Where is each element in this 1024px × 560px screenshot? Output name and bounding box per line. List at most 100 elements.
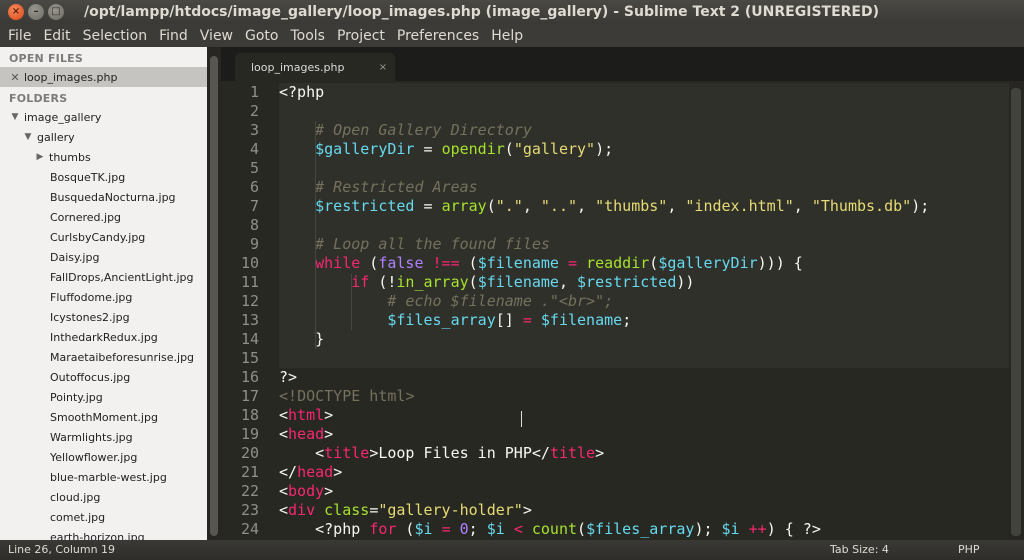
code-token: $i	[486, 520, 505, 538]
file-item[interactable]: Cornered.jpg	[0, 207, 207, 227]
line-number: 10	[240, 254, 259, 272]
menu-help[interactable]: Help	[485, 28, 529, 44]
file-item[interactable]: Daisy.jpg	[0, 247, 207, 267]
collapsed-triangle-icon[interactable]: ▶	[34, 152, 46, 162]
indent-guide	[315, 121, 316, 349]
menu-find[interactable]: Find	[153, 28, 194, 44]
menu-selection[interactable]: Selection	[77, 28, 154, 44]
code-text: $galleryDir = opendir("gallery");	[279, 140, 613, 159]
file-item[interactable]: blue-marble-west.jpg	[0, 467, 207, 487]
code-token: in_array	[396, 273, 469, 291]
code-text: <!DOCTYPE html>	[279, 387, 414, 406]
menu-preferences[interactable]: Preferences	[391, 28, 485, 44]
tab-loop-images[interactable]: loop_images.php ×	[235, 53, 395, 81]
file-item[interactable]: Warmlights.jpg	[0, 427, 207, 447]
menu-edit[interactable]: Edit	[37, 28, 76, 44]
code-token: while	[315, 254, 361, 272]
code-token: $i	[721, 520, 740, 538]
file-item[interactable]: earth-horizon.jpg	[0, 527, 207, 541]
code-text: }	[279, 330, 324, 349]
window-close-button[interactable]: ×	[8, 4, 24, 20]
code-token: # Loop all the found files	[315, 235, 550, 253]
code-token: class	[324, 501, 370, 519]
menu-tools[interactable]: Tools	[284, 28, 331, 44]
menu-goto[interactable]: Goto	[239, 28, 284, 44]
code-token: "thumbs"	[595, 197, 668, 215]
folder-label: image_gallery	[24, 110, 102, 124]
cursor-position: Line 26, Column 19	[8, 543, 116, 556]
open-file-item[interactable]: ✕ loop_images.php	[0, 67, 207, 87]
folder-thumbs[interactable]: ▶ thumbs	[0, 147, 207, 167]
file-item[interactable]: Fluffodome.jpg	[0, 287, 207, 307]
sidebar-scrollbar-thumb[interactable]	[210, 56, 218, 536]
code-token: # Open Gallery Directory	[315, 121, 532, 139]
file-label: Warmlights.jpg	[50, 430, 133, 444]
code-token: title	[324, 444, 370, 462]
close-file-icon[interactable]: ✕	[6, 71, 24, 84]
code-line: 14 }	[221, 330, 1009, 349]
file-item[interactable]: BosqueTK.jpg	[0, 167, 207, 187]
file-item[interactable]: Yellowflower.jpg	[0, 447, 207, 467]
folder-image-gallery[interactable]: ▼ image_gallery	[0, 107, 207, 127]
code-token: )))	[757, 254, 785, 272]
code-token: false	[378, 254, 424, 272]
file-item[interactable]: Maraetaibeforesunrise.jpg	[0, 347, 207, 367]
expanded-triangle-icon[interactable]: ▼	[22, 132, 34, 142]
editor-scrollbar-thumb[interactable]	[1011, 88, 1021, 536]
expanded-triangle-icon[interactable]: ▼	[9, 112, 21, 122]
file-item[interactable]: SmoothMoment.jpg	[0, 407, 207, 427]
syntax-selector[interactable]: PHP	[958, 543, 980, 556]
code-token: <	[279, 501, 289, 519]
code-token: }	[279, 330, 325, 348]
menu-project[interactable]: Project	[331, 28, 391, 44]
file-item[interactable]: Icystones2.jpg	[0, 307, 207, 327]
file-label: blue-marble-west.jpg	[50, 470, 167, 484]
window-maximize-button[interactable]: □	[48, 4, 64, 20]
code-token: =	[369, 501, 379, 519]
menu-view[interactable]: View	[194, 28, 239, 44]
file-item[interactable]: cloud.jpg	[0, 487, 207, 507]
line-number: 24	[240, 520, 259, 538]
file-item[interactable]: FallDrops,AncientLight.jpg	[0, 267, 207, 287]
code-token: );	[694, 520, 722, 538]
tab-bar: loop_images.php ×	[221, 47, 1024, 81]
code-line: 18 <html>	[221, 406, 1009, 425]
code-token: >Loop Files in PHP</	[369, 444, 550, 462]
file-label: Icystones2.jpg	[50, 310, 130, 324]
file-item[interactable]: Pointy.jpg	[0, 387, 207, 407]
code-line: 13 $files_array[] = $filename;	[221, 311, 1009, 330]
line-number: 5	[249, 159, 259, 177]
file-item[interactable]: comet.jpg	[0, 507, 207, 527]
code-token: (!	[369, 273, 397, 291]
folder-gallery[interactable]: ▼ gallery	[0, 127, 207, 147]
file-label: Maraetaibeforesunrise.jpg	[50, 350, 195, 364]
menu-file[interactable]: File	[2, 28, 37, 44]
open-files-header: OPEN FILES	[9, 52, 84, 65]
code-token: "gallery"	[513, 140, 596, 158]
code-token: if	[351, 273, 370, 291]
code-token: $files_array	[586, 520, 695, 538]
code-line: 16 ?>	[221, 368, 1009, 387]
code-area[interactable]: 1 <?php 2 3 # Open Gallery Directory 4 $gall…	[221, 83, 1009, 540]
tab-close-icon[interactable]: ×	[371, 62, 395, 73]
file-label: Pointy.jpg	[50, 390, 103, 404]
code-token: $restricted	[315, 197, 415, 215]
line-number: 9	[249, 235, 259, 253]
code-token: >	[405, 387, 415, 405]
code-token: (	[504, 140, 514, 158]
code-token: []	[495, 311, 523, 329]
line-number: 16	[240, 368, 259, 386]
code-token: <	[279, 444, 325, 462]
code-token: head	[288, 425, 325, 443]
tab-size-selector[interactable]: Tab Size: 4	[830, 543, 889, 556]
code-token: div	[288, 501, 316, 519]
file-item[interactable]: InthedarkRedux.jpg	[0, 327, 207, 347]
file-item[interactable]: BusquedaNocturna.jpg	[0, 187, 207, 207]
code-token: >	[522, 501, 532, 519]
window-minimize-button[interactable]: –	[28, 4, 44, 20]
file-item[interactable]: CurlsbyCandy.jpg	[0, 227, 207, 247]
file-item[interactable]: Outoffocus.jpg	[0, 367, 207, 387]
code-text: $restricted = array(".", "..", "thumbs",…	[279, 197, 929, 216]
